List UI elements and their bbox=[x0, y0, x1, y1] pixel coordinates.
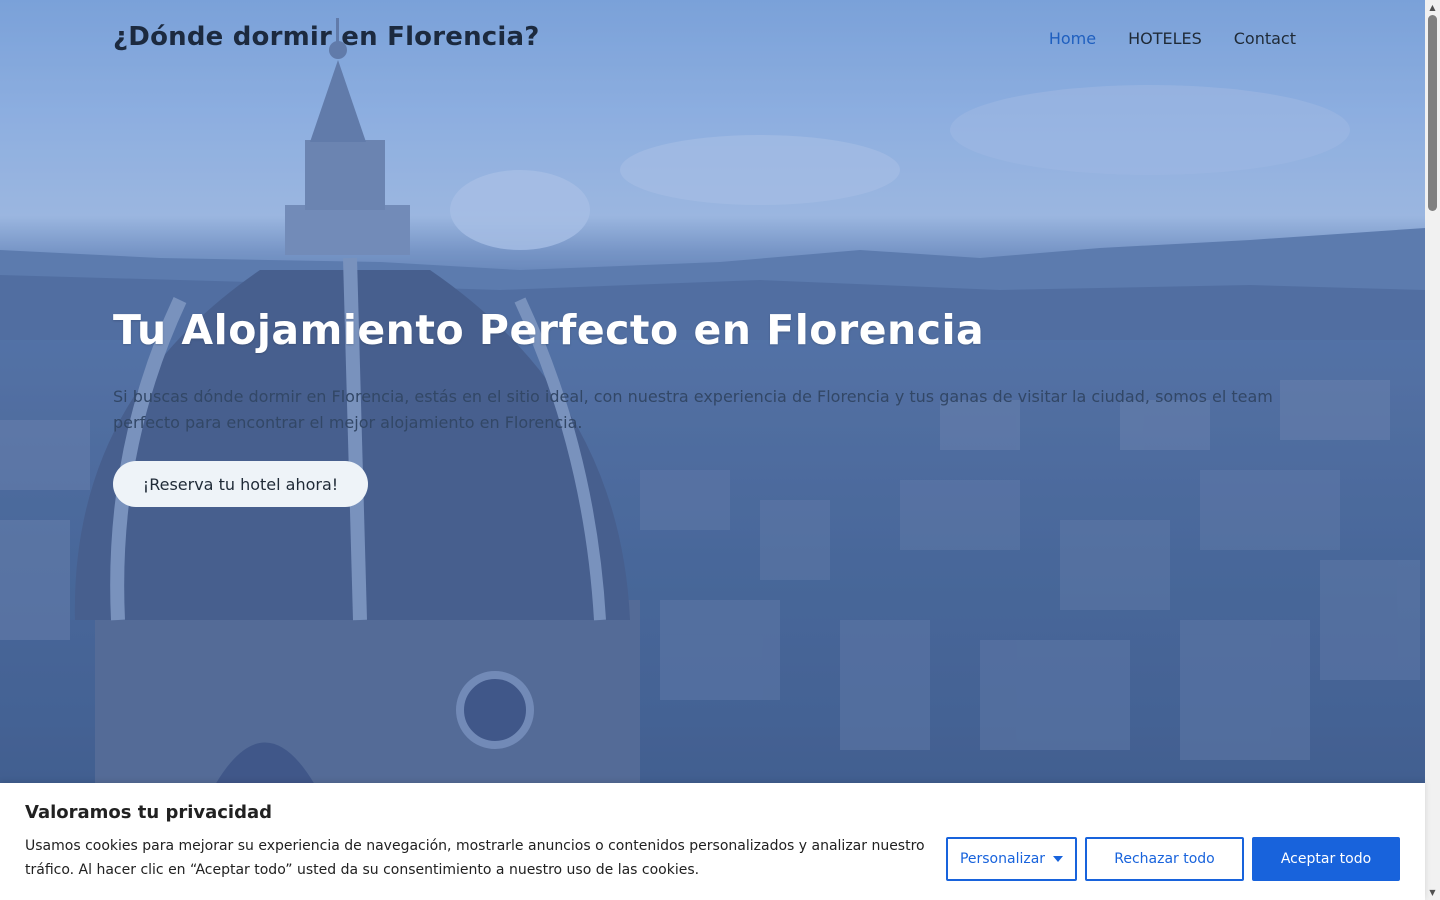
hero-section bbox=[0, 0, 1425, 900]
cookie-banner-text: Usamos cookies para mejorar su experienc… bbox=[25, 838, 925, 878]
site-header: ¿Dónde dormir en Florencia? Home HOTELES… bbox=[0, 0, 1425, 80]
hero-description: Si buscas dónde dormir en Florencia, est… bbox=[113, 387, 1273, 432]
hero-blue-overlay bbox=[0, 0, 1425, 900]
customize-label: Personalizar bbox=[959, 851, 1046, 867]
accept-all-cookies-button[interactable]: Aceptar todo bbox=[1252, 837, 1400, 881]
reject-all-cookies-button[interactable]: Rechazar todo bbox=[1085, 837, 1244, 881]
nav-item-hoteles[interactable]: HOTELES bbox=[1128, 29, 1202, 49]
scrollbar-thumb[interactable] bbox=[1428, 15, 1437, 211]
nav-item-home[interactable]: Home bbox=[1049, 29, 1096, 49]
site-title[interactable]: ¿Dónde dormir en Florencia? bbox=[113, 22, 540, 52]
cookie-banner-title: Valoramos tu privacidad bbox=[25, 802, 273, 823]
reserve-hotel-button[interactable]: ¡Reserva tu hotel ahora! bbox=[113, 461, 368, 507]
caret-down-icon bbox=[1053, 856, 1064, 862]
scroll-up-arrow-icon[interactable]: ▲ bbox=[1425, 0, 1440, 15]
customize-cookies-button[interactable]: Personalizar bbox=[946, 837, 1077, 881]
page-scrollbar[interactable]: ▲ ▼ bbox=[1425, 0, 1440, 900]
scroll-down-arrow-icon[interactable]: ▼ bbox=[1425, 885, 1440, 900]
cookie-consent-banner: Valoramos tu privacidad Usamos cookies p… bbox=[0, 783, 1425, 900]
nav-item-contact[interactable]: Contact bbox=[1234, 29, 1296, 49]
hero-heading: Tu Alojamiento Perfecto en Florencia bbox=[113, 306, 985, 354]
main-nav: Home HOTELES Contact bbox=[1049, 29, 1296, 49]
